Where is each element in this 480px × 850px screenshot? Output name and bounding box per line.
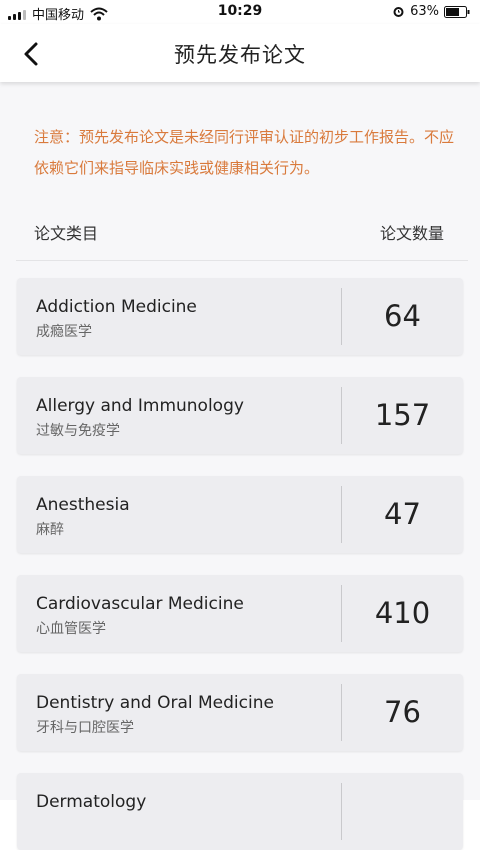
paper-count: 47 [384, 497, 421, 531]
nav-bar: 预先发布论文 [0, 24, 480, 82]
battery-percent: 63% [410, 4, 439, 19]
category-name-en: Cardiovascular Medicine [36, 594, 244, 614]
category-name-en: Dentistry and Oral Medicine [36, 693, 274, 713]
page-title: 预先发布论文 [174, 43, 306, 67]
status-bar: 中国移动 10:29 63% [0, 0, 480, 24]
category-name-en: Addiction Medicine [36, 297, 197, 317]
status-right: 63% [392, 4, 470, 19]
category-name-zh: 牙科与口腔医学 [36, 720, 134, 736]
paper-count: 76 [384, 695, 421, 729]
paper-count: 410 [374, 596, 431, 630]
preprint-notice: 注意：预先发布论文是未经同行评审认证的初步工作报告。不应依赖它们来指导临床实践或… [34, 128, 455, 177]
category-card[interactable]: Addiction Medicine 成瘾医学 64 [17, 278, 463, 355]
category-card[interactable]: Allergy and Immunology 过敏与免疫学 157 [17, 377, 463, 454]
paper-count [342, 773, 463, 850]
paper-count: 64 [384, 299, 421, 333]
category-name-zh: 成瘾医学 [36, 324, 92, 340]
paper-count: 157 [374, 398, 431, 432]
category-card[interactable]: Dermatology [17, 773, 463, 850]
count-column-header: 论文数量 [379, 224, 444, 243]
category-column-header: 论文类目 [34, 224, 99, 243]
category-card[interactable]: Cardiovascular Medicine 心血管医学 410 [17, 575, 463, 652]
category-card[interactable]: Anesthesia 麻醉 47 [17, 476, 463, 553]
category-name-zh: 麻醉 [36, 522, 64, 538]
content-area[interactable]: 注意：预先发布论文是未经同行评审认证的初步工作报告。不应依赖它们来指导临床实践或… [0, 82, 480, 850]
alarm-icon [393, 7, 404, 17]
category-name-zh: 过敏与免疫学 [36, 423, 120, 439]
category-name-zh: 心血管医学 [36, 621, 106, 637]
category-name-en: Dermatology [36, 792, 147, 812]
battery-icon [444, 5, 470, 18]
header-divider [16, 260, 468, 261]
category-name-en: Anesthesia [36, 495, 130, 515]
category-name-en: Allergy and Immunology [36, 396, 244, 416]
category-card[interactable]: Dentistry and Oral Medicine 牙科与口腔医学 76 [17, 674, 463, 751]
